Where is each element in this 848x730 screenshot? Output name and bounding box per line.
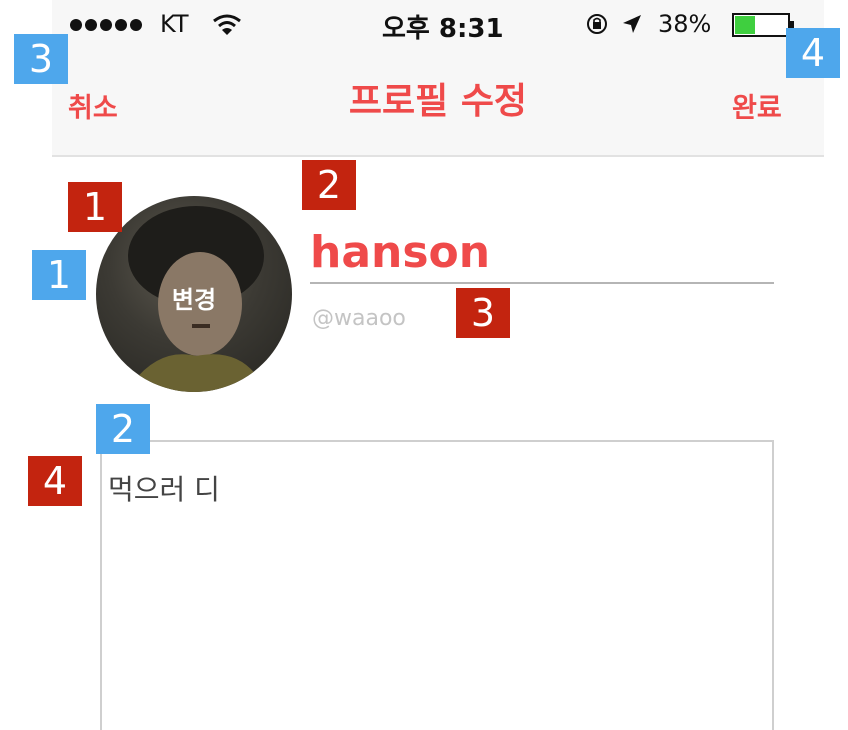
annotation-marker-red-4: 4 xyxy=(28,456,82,506)
change-photo-label: 변경 xyxy=(171,286,217,314)
carrier-label: KT xyxy=(160,10,189,38)
done-button[interactable]: 완료 xyxy=(732,86,782,125)
annotation-marker-blue-1: 1 xyxy=(32,250,86,300)
signal-strength-icon xyxy=(70,19,142,31)
lock-rotation-icon xyxy=(587,14,607,34)
location-arrow-icon xyxy=(623,15,641,33)
username-label: @waaoo xyxy=(312,306,406,331)
navigation-bar: KT 오후 8:31 38% 취소 프로필 수정 완료 xyxy=(52,0,824,157)
battery-percentage: 38% xyxy=(658,10,712,38)
page-title: 프로필 수정 xyxy=(348,81,528,122)
annotation-marker-blue-3: 3 xyxy=(14,34,68,84)
annotation-marker-blue-2: 2 xyxy=(96,404,150,454)
status-bar: KT 오후 8:31 38% xyxy=(52,0,824,52)
avatar[interactable]: 변경 xyxy=(96,196,292,392)
annotation-marker-blue-4: 4 xyxy=(786,28,840,78)
annotation-marker-red-3: 3 xyxy=(456,288,510,338)
bio-textarea[interactable]: 먹으러 디 xyxy=(100,440,774,730)
annotation-marker-red-2: 2 xyxy=(302,160,356,210)
wifi-icon xyxy=(213,14,241,35)
clock: 오후 8:31 xyxy=(382,14,504,44)
phone-screen: KT 오후 8:31 38% 취소 프로필 수정 완료 변경 hanson @w… xyxy=(52,0,824,730)
name-field[interactable] xyxy=(310,222,774,284)
annotation-marker-red-1: 1 xyxy=(68,182,122,232)
